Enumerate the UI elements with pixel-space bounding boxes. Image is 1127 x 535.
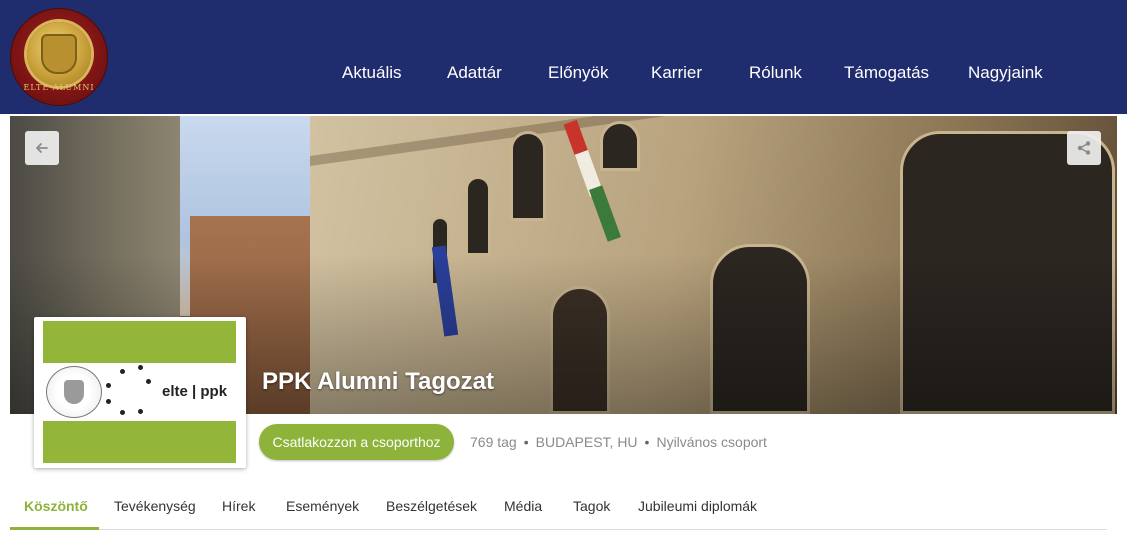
ppk-seal-icon <box>46 366 102 418</box>
member-count: 769 tag <box>470 434 517 450</box>
share-icon <box>1077 141 1091 155</box>
group-tabs: Köszöntő Tevékenység Hírek Események Bes… <box>10 486 1107 530</box>
logo-seal-icon <box>27 22 91 86</box>
nav-item-nagyjaink[interactable]: Nagyjaink <box>968 63 1043 83</box>
tab-esemenyek[interactable]: Események <box>286 498 359 514</box>
group-location: BUDAPEST, HU <box>535 434 638 450</box>
tab-beszelgetesek[interactable]: Beszélgetések <box>386 498 477 514</box>
group-visibility: Nyilvános csoport <box>656 434 767 450</box>
nav-item-rolunk[interactable]: Rólunk <box>749 63 802 83</box>
nav-item-aktualis[interactable]: Aktuális <box>342 63 402 83</box>
join-group-button[interactable]: Csatlakozzon a csoporthoz <box>259 424 454 460</box>
back-button[interactable] <box>25 131 59 165</box>
tab-tagok[interactable]: Tagok <box>573 498 610 514</box>
nav-item-adattar[interactable]: Adattár <box>447 63 502 83</box>
share-button[interactable] <box>1067 131 1101 165</box>
arrow-left-icon <box>36 143 48 153</box>
logo-text: ELTE ALUMNI <box>23 83 95 92</box>
nav-item-tamogatas[interactable]: Támogatás <box>844 63 929 83</box>
site-header: ELTE ALUMNI Aktuális Adattár Előnyök Kar… <box>0 0 1127 114</box>
tab-media[interactable]: Média <box>504 498 542 514</box>
group-title: PPK Alumni Tagozat <box>262 368 495 395</box>
nav-item-elonyok[interactable]: Előnyök <box>548 63 608 83</box>
elte-alumni-logo[interactable]: ELTE ALUMNI <box>10 8 108 106</box>
tab-koszonto[interactable]: Köszöntő <box>24 498 88 514</box>
group-avatar[interactable]: elte | ppk <box>34 317 246 468</box>
active-tab-indicator <box>10 527 99 530</box>
tab-jubileumi-diplomak[interactable]: Jubileumi diplomák <box>638 498 757 514</box>
tab-hirek[interactable]: Hírek <box>222 498 255 514</box>
group-meta: 769 tag • BUDAPEST, HU • Nyilvános csoport <box>470 434 767 450</box>
avatar-text: elte | ppk <box>162 383 228 400</box>
tab-tevekenyseg[interactable]: Tevékenység <box>114 498 196 514</box>
nav-item-karrier[interactable]: Karrier <box>651 63 702 83</box>
